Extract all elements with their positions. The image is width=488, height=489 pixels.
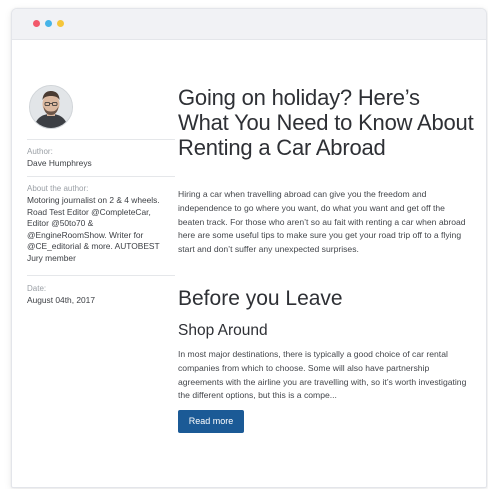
subsection-heading: Shop Around xyxy=(178,322,268,339)
browser-window: Author: Dave Humphreys About the author:… xyxy=(11,8,487,488)
sidebar-divider xyxy=(27,275,175,276)
about-author-label: About the author: xyxy=(27,184,89,193)
article-body-excerpt: In most major destinations, there is typ… xyxy=(178,349,467,401)
article-intro: Hiring a car when travelling abroad can … xyxy=(178,189,466,255)
article-title: Going on holiday? Here’s What You Need t… xyxy=(178,85,474,160)
window-titlebar xyxy=(12,9,486,40)
date-value: August 04th, 2017 xyxy=(27,295,95,305)
maximize-dot-icon[interactable] xyxy=(57,20,64,27)
date-label: Date: xyxy=(27,284,47,293)
author-photo-icon xyxy=(30,86,72,128)
read-more-button[interactable]: Read more xyxy=(178,410,244,433)
sidebar-divider xyxy=(27,139,175,140)
author-label: Author: xyxy=(27,147,53,156)
section-heading: Before you Leave xyxy=(178,287,343,310)
author-name: Dave Humphreys xyxy=(27,158,92,168)
close-dot-icon[interactable] xyxy=(33,20,40,27)
author-avatar xyxy=(29,85,73,129)
about-author-text: Motoring journalist on 2 & 4 wheels. Roa… xyxy=(27,195,160,263)
minimize-dot-icon[interactable] xyxy=(45,20,52,27)
sidebar-divider xyxy=(27,176,175,177)
